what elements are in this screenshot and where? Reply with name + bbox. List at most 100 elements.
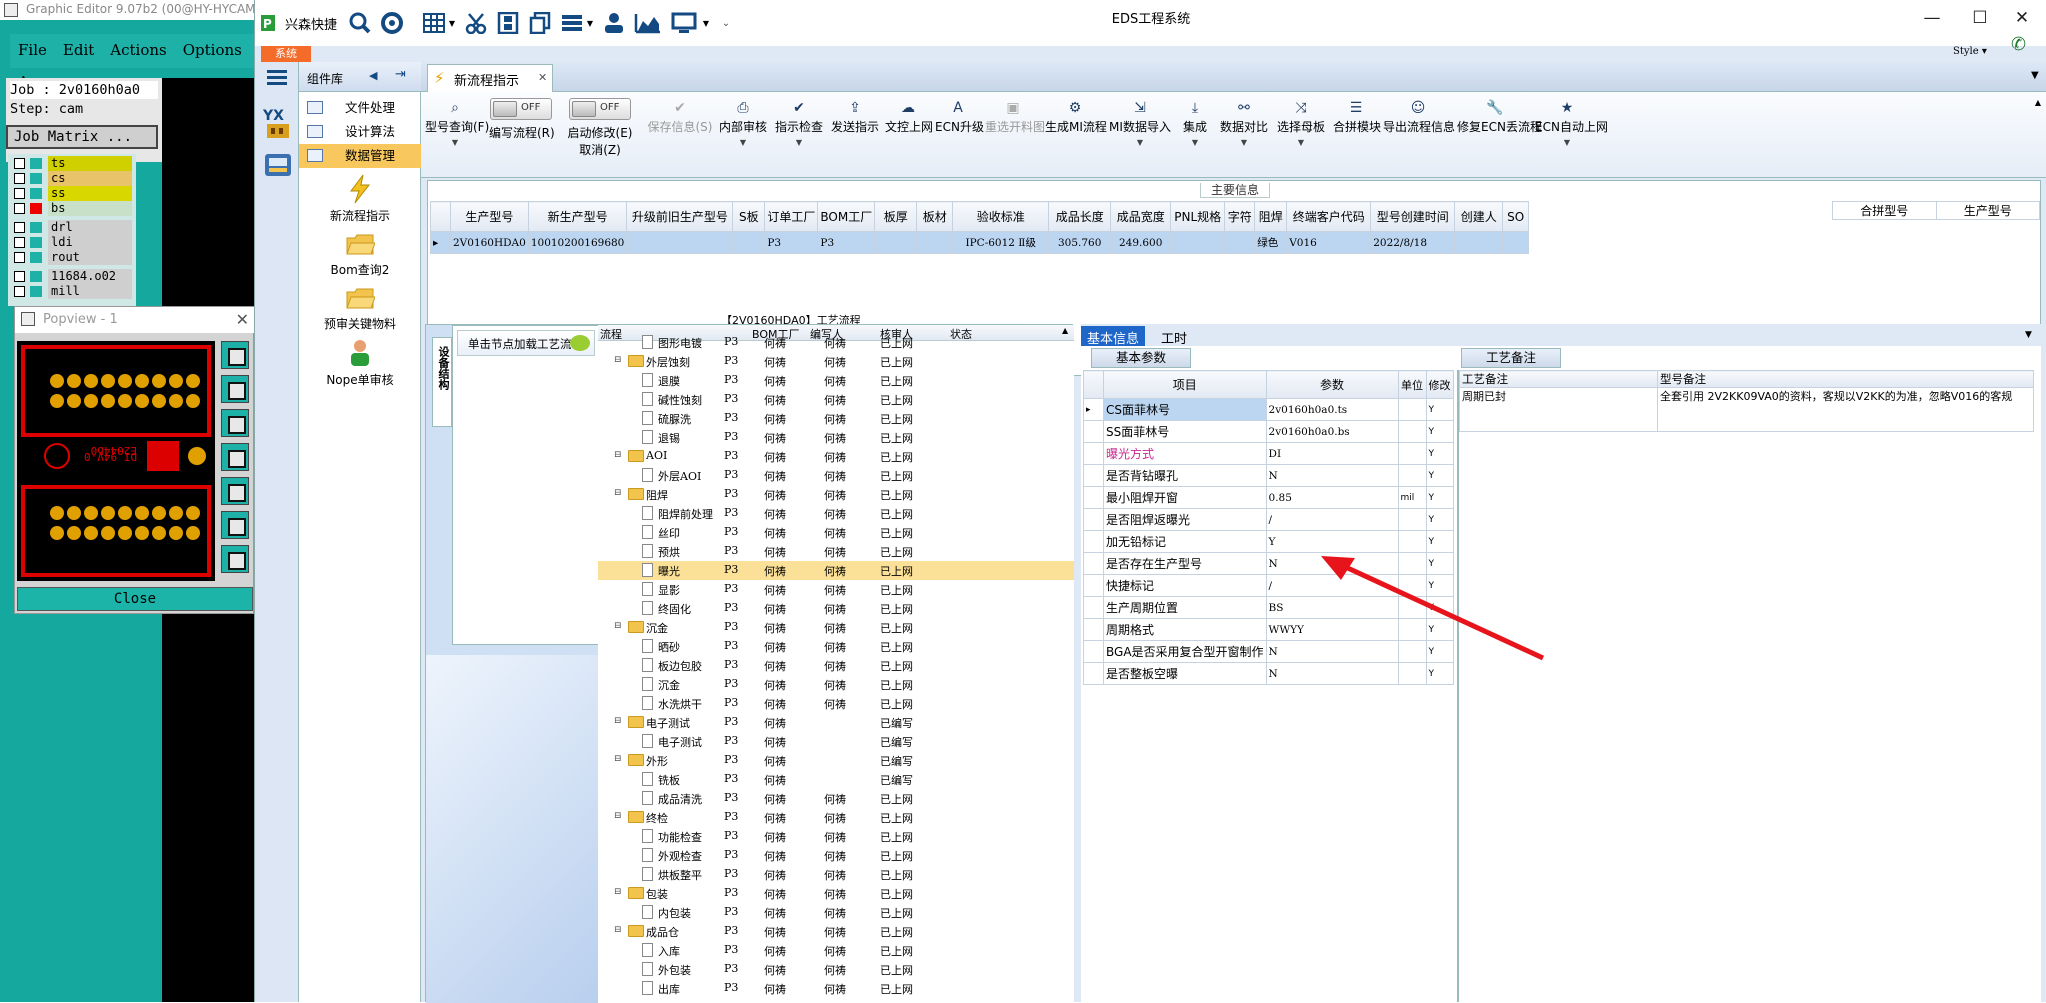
table-cell[interactable]: P3 <box>764 231 819 254</box>
ribbon-button[interactable]: ⤓ 集成 ▼ <box>1175 92 1215 178</box>
col-header[interactable]: 订单工厂 <box>764 201 819 232</box>
layer-checkbox[interactable] <box>14 237 25 248</box>
table-row[interactable]: ▸ CS面菲林号 2v0160h0a0.ts Y <box>1083 398 1454 421</box>
pin-icon[interactable]: ⇥ <box>395 67 406 82</box>
col-header[interactable]: 板材 <box>916 201 954 232</box>
tree-row[interactable]: 入库 P3 何祷 何祷 已上网 <box>598 941 1074 960</box>
tree-row[interactable]: 显影 P3 何祷 何祷 已上网 <box>598 580 1074 599</box>
pan-right-icon[interactable] <box>221 477 249 505</box>
layer-row[interactable]: cs <box>12 171 136 186</box>
table-cell[interactable]: 305.760 <box>1048 231 1112 254</box>
table-cell[interactable]: V016 <box>1286 231 1372 254</box>
layer-row[interactable]: ss <box>12 186 136 201</box>
collapse-icon[interactable]: ⊟ <box>614 755 624 765</box>
tree-row[interactable]: 晒砂 P3 何祷 何祷 已上网 <box>598 637 1074 656</box>
minimize-icon[interactable]: — <box>1917 8 1947 30</box>
ribbon-button[interactable]: ✔ 指示检查 ▼ <box>773 92 825 178</box>
nav-item-file-processing[interactable]: 文件处理 <box>299 96 421 120</box>
col-header[interactable]: 成品长度 <box>1048 201 1112 232</box>
tree-row[interactable]: ⊟ AOI P3 何祷 何祷 已上网 <box>598 447 1074 466</box>
ribbon-button[interactable]: ▣ 重选开料图 <box>985 92 1045 178</box>
tab-basic-info[interactable]: 基本信息 <box>1081 326 1146 347</box>
ribbon-button[interactable]: ✔ 保存信息(S) <box>647 92 713 178</box>
tree-row[interactable]: 外观检查 P3 何祷 何祷 已上网 <box>598 846 1074 865</box>
tree-row[interactable]: 丝印 P3 何祷 何祷 已上网 <box>598 523 1074 542</box>
tree-row[interactable]: 铣板 P3 何祷 已编写 <box>598 770 1074 789</box>
craft-note-cell[interactable]: 周期已封 <box>1459 387 1658 432</box>
col-header[interactable]: 项目 <box>1103 370 1267 399</box>
tree-row[interactable]: ⊟ 电子测试 P3 何祷 已编写 <box>598 713 1074 732</box>
ribbon-button[interactable]: ★ ECN自动上网 ▼ <box>1535 92 1608 178</box>
close-icon[interactable]: ✕ <box>2007 8 2037 30</box>
col-header[interactable]: 单位 <box>1397 370 1427 399</box>
col-header[interactable]: 板厚 <box>874 201 918 232</box>
col-header[interactable]: 工艺备注 <box>1459 370 1658 388</box>
tree-row[interactable]: 出库 P3 何祷 何祷 已上网 <box>598 979 1074 998</box>
collapse-icon[interactable]: ⊟ <box>614 356 624 366</box>
tree-row[interactable]: 终固化 P3 何祷 何祷 已上网 <box>598 599 1074 618</box>
collapse-left-icon[interactable]: ◀ <box>369 69 377 82</box>
tree-row[interactable]: 内包装 P3 何祷 何祷 已上网 <box>598 903 1074 922</box>
param-value[interactable]: 2v0160h0a0.ts <box>1265 398 1399 421</box>
tree-row[interactable]: 成品清洗 P3 何祷 何祷 已上网 <box>598 789 1074 808</box>
layer-checkbox[interactable] <box>14 188 25 199</box>
table-row[interactable]: 加无铅标记 Y Y <box>1083 530 1454 553</box>
tree-row[interactable]: 功能检查 P3 何祷 何祷 已上网 <box>598 827 1074 846</box>
param-value[interactable]: 2v0160h0a0.bs <box>1265 420 1399 443</box>
table-cell[interactable] <box>916 231 954 254</box>
hamburger-icon[interactable] <box>267 70 287 86</box>
tree-row[interactable]: 电子测试 P3 何祷 已编写 <box>598 732 1074 751</box>
collapse-icon[interactable]: ⊟ <box>614 489 624 499</box>
param-value[interactable]: Y <box>1265 530 1399 553</box>
layer-checkbox[interactable] <box>14 158 25 169</box>
zoom-fit-icon[interactable] <box>221 341 249 369</box>
bom-query-tool[interactable]: Bom查询2 <box>299 232 421 278</box>
tree-row[interactable]: 曝光 P3 何祷 何祷 已上网 <box>598 561 1074 580</box>
collapse-icon[interactable]: ⊟ <box>614 717 624 727</box>
close-button[interactable]: Close <box>17 587 253 611</box>
table-cell[interactable]: 2V0160HDA0 <box>450 231 529 254</box>
col-header[interactable]: 合拼型号 <box>1832 201 1937 220</box>
table-row[interactable]: 是否背钻曝孔 N Y <box>1083 464 1454 487</box>
param-value[interactable]: N <box>1265 662 1399 685</box>
param-value[interactable]: / <box>1265 508 1399 531</box>
chevron-down-icon[interactable]: ▼ <box>1175 138 1215 147</box>
table-cell[interactable] <box>732 231 766 254</box>
collapse-icon[interactable]: ⊟ <box>614 622 624 632</box>
col-header[interactable]: 终端客户代码 <box>1286 201 1372 232</box>
table-cell[interactable]: 10010200169680 <box>527 231 628 254</box>
nope-review-tool[interactable]: Nope单审核 <box>299 338 421 388</box>
table-row[interactable]: 是否阻焊返曝光 / Y <box>1083 508 1454 531</box>
table-row[interactable]: ▸ 2V0160HDA0 10010200169680 P3 P3 IPC-6012 Ⅱ级… <box>430 231 1530 254</box>
chevron-down-icon[interactable]: ▼ <box>1535 138 1599 147</box>
collapse-icon[interactable]: ⊟ <box>614 888 624 898</box>
tree-row[interactable]: 图形电镀 P3 何祷 何祷 已上网 <box>598 333 1074 352</box>
table-cell[interactable] <box>626 231 734 254</box>
pre-review-material-tool[interactable]: 预审关键物料 <box>299 286 421 332</box>
tree-row[interactable]: ⊟ 沉金 P3 何祷 何祷 已上网 <box>598 618 1074 637</box>
job-matrix-button[interactable]: Job Matrix ... <box>6 125 158 149</box>
toggle-switch[interactable]: OFF <box>569 98 631 120</box>
table-cell[interactable] <box>1224 231 1256 254</box>
layer-row[interactable]: bs <box>12 201 136 216</box>
tree-row[interactable]: 退锡 P3 何祷 何祷 已上网 <box>598 428 1074 447</box>
col-header[interactable]: 升级前旧生产型号 <box>626 201 734 232</box>
zoom-out-icon[interactable] <box>221 409 249 437</box>
layer-checkbox[interactable] <box>14 203 25 214</box>
tree-row[interactable]: 碱性蚀刻 P3 何祷 何祷 已上网 <box>598 390 1074 409</box>
tree-row[interactable]: 硫脲洗 P3 何祷 何祷 已上网 <box>598 409 1074 428</box>
layer-checkbox[interactable] <box>14 271 25 282</box>
tree-row[interactable]: ⊟ 阻焊 P3 何祷 何祷 已上网 <box>598 485 1074 504</box>
model-note-cell[interactable]: 全套引用 2V2KK09VA0的资料，客规以V2KK的为准，忽略V016的客规 <box>1657 387 2034 432</box>
ribbon-button[interactable]: ☰ 合拼模块 <box>1333 92 1381 178</box>
layer-row[interactable]: rout <box>12 250 136 265</box>
menu-file[interactable]: File <box>10 34 55 66</box>
col-header[interactable]: 创建人 <box>1454 201 1504 232</box>
col-header[interactable]: 生产型号 <box>1935 201 2040 220</box>
ribbon-button[interactable]: ⌕ 型号查询(F) ▼ <box>425 92 489 178</box>
ribbon-button[interactable]: A ECN升级 <box>935 92 984 178</box>
table-row[interactable]: 曝光方式 DI Y <box>1083 442 1454 465</box>
col-header[interactable]: 成品宽度 <box>1110 201 1172 232</box>
yx-module-icon[interactable]: YX <box>262 106 293 140</box>
table-cell[interactable] <box>1502 231 1530 254</box>
